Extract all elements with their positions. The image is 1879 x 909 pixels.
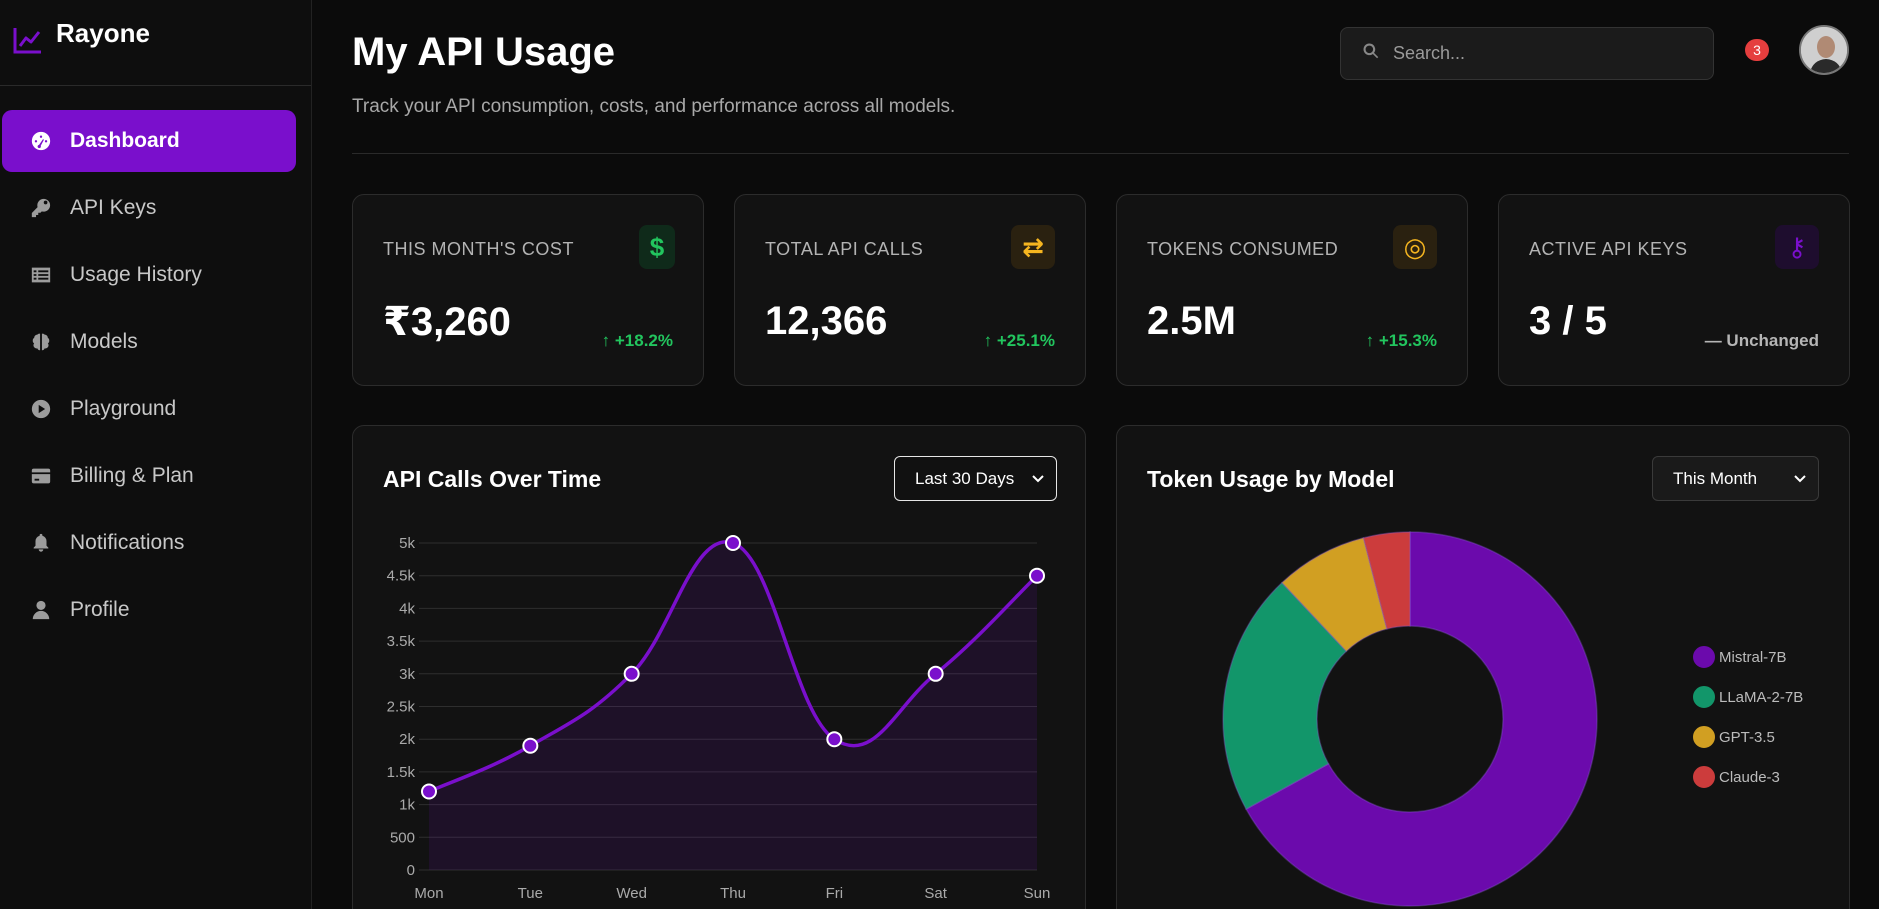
sidebar-item-label: Usage History [70, 263, 202, 286]
x-tick-label: Thu [720, 885, 746, 902]
sidebar-item-notifications[interactable]: Notifications [2, 512, 296, 574]
sidebar-item-label: Dashboard [70, 129, 180, 152]
x-tick-label: Tue [518, 885, 543, 902]
legend-swatch [1693, 726, 1715, 748]
sidebar-item-usage-history[interactable]: Usage History [2, 244, 296, 306]
legend-label: LLaMA-2-7B [1719, 688, 1804, 706]
app: Rayone Dashboard API Keys Usage History … [0, 0, 1879, 909]
y-tick-label: 1.5k [387, 764, 416, 781]
y-tick-label: 5k [399, 535, 415, 552]
legend-item[interactable]: LLaMA-2-7B [1693, 686, 1803, 708]
data-point[interactable] [421, 783, 437, 800]
data-point[interactable] [826, 731, 843, 748]
stat-change: ↑ +18.2% [601, 331, 673, 350]
coins-icon: ◎ [1393, 225, 1437, 269]
play-icon [30, 398, 52, 420]
stat-card-tokens: TOKENS CONSUMED ◎ 2.5M ↑ +15.3% [1116, 194, 1468, 386]
legend-label: Claude-3 [1719, 768, 1780, 786]
data-point[interactable] [522, 737, 539, 754]
bell-icon [30, 532, 52, 554]
legend-label: GPT-3.5 [1719, 728, 1775, 746]
sidebar-item-models[interactable]: Models [2, 311, 296, 373]
y-tick-label: 3.5k [387, 633, 416, 650]
series-area [429, 541, 1037, 870]
sidebar-item-playground[interactable]: Playground [2, 378, 296, 440]
y-tick-label: 3k [399, 666, 415, 683]
sidebar-item-dashboard[interactable]: Dashboard [2, 110, 296, 172]
user-icon [30, 599, 52, 621]
sidebar-item-profile[interactable]: Profile [2, 579, 296, 641]
stat-label: ACTIVE API KEYS [1529, 239, 1688, 259]
list-icon [30, 264, 52, 286]
stat-label: TOTAL API CALLS [765, 239, 924, 259]
legend-item[interactable]: Mistral-7B [1693, 646, 1787, 668]
brand[interactable]: Rayone [0, 0, 311, 86]
y-tick-label: 4.5k [387, 568, 416, 585]
search-box[interactable] [1340, 27, 1714, 80]
sidebar-item-label: Playground [70, 397, 177, 420]
brand-name: Rayone [56, 18, 150, 48]
data-point[interactable] [1029, 567, 1045, 584]
sidebar-item-label: Profile [70, 598, 130, 621]
brain-icon [30, 331, 52, 353]
y-tick-label: 2.5k [387, 699, 416, 716]
sidebar: Rayone Dashboard API Keys Usage History … [0, 0, 312, 909]
search-icon [1361, 41, 1381, 66]
x-tick-label: Fri [826, 885, 844, 902]
legend-item[interactable]: GPT-3.5 [1693, 726, 1775, 748]
sidebar-item-label: Billing & Plan [70, 464, 194, 487]
y-tick-label: 4k [399, 600, 415, 617]
page-title: My API Usage [352, 30, 616, 74]
line-chart: 0 500 1k 1.5k 2k 2.5k 3k 3.5k 4k 4.5k 5k Mon Tue Wed T… [387, 535, 1051, 902]
dollar-icon: $ [639, 225, 675, 269]
stat-value: 12,366 [765, 299, 888, 343]
stat-card-api-calls: TOTAL API CALLS ⇄ 12,366 ↑ +25.1% [734, 194, 1086, 386]
sidebar-nav: Dashboard API Keys Usage History Models … [0, 86, 311, 641]
legend-swatch [1693, 646, 1715, 668]
data-point[interactable] [623, 665, 640, 682]
stat-value: ₹3,260 [383, 300, 511, 344]
sidebar-item-label: API Keys [70, 196, 157, 219]
y-tick-label: 2k [399, 731, 415, 748]
data-point[interactable] [927, 665, 944, 682]
x-tick-label: Sun [1024, 885, 1051, 902]
stat-card-cost: THIS MONTH'S COST $ ₹3,260 ↑ +18.2% [352, 194, 704, 386]
exchange-icon: ⇄ [1011, 225, 1055, 269]
key-icon: ⚷ [1775, 225, 1819, 269]
sidebar-item-label: Models [70, 330, 138, 353]
legend-swatch [1693, 766, 1715, 788]
stat-change: ↑ +15.3% [1365, 331, 1437, 350]
stat-label: TOKENS CONSUMED [1147, 239, 1339, 259]
stat-change: — Unchanged [1704, 331, 1819, 350]
api-calls-chart-card: API Calls Over Time Last 30 Days 0 500 1k 1… [352, 425, 1086, 909]
data-point[interactable] [725, 535, 741, 551]
sidebar-item-billing[interactable]: Billing & Plan [2, 445, 296, 507]
chart-line-icon [12, 24, 44, 61]
avatar[interactable] [1799, 25, 1849, 75]
y-tick-label: 1k [399, 797, 415, 814]
stat-value: 3 / 5 [1529, 299, 1607, 343]
stat-change: ↑ +25.1% [983, 331, 1055, 350]
stat-card-api-keys: ACTIVE API KEYS ⚷ 3 / 5 — Unchanged [1498, 194, 1850, 386]
y-tick-label: 0 [407, 862, 415, 879]
search-input[interactable] [1393, 43, 1693, 64]
legend-swatch [1693, 686, 1715, 708]
stat-label: THIS MONTH'S COST [383, 239, 574, 259]
page-subtitle: Track your API consumption, costs, and p… [352, 96, 956, 117]
sidebar-item-label: Notifications [70, 531, 185, 554]
x-tick-label: Wed [616, 885, 647, 902]
gauge-icon [30, 130, 52, 152]
stat-value: 2.5M [1147, 299, 1236, 343]
sidebar-item-api-keys[interactable]: API Keys [2, 177, 296, 239]
legend-item[interactable]: Claude-3 [1693, 766, 1780, 788]
x-tick-label: Sat [924, 885, 947, 902]
credit-card-icon [30, 465, 52, 487]
y-tick-label: 500 [390, 829, 415, 846]
header-divider [352, 153, 1849, 154]
key-icon [30, 197, 52, 219]
x-tick-label: Mon [414, 885, 443, 902]
notification-badge[interactable]: 3 [1745, 39, 1769, 61]
legend-label: Mistral-7B [1719, 648, 1787, 666]
